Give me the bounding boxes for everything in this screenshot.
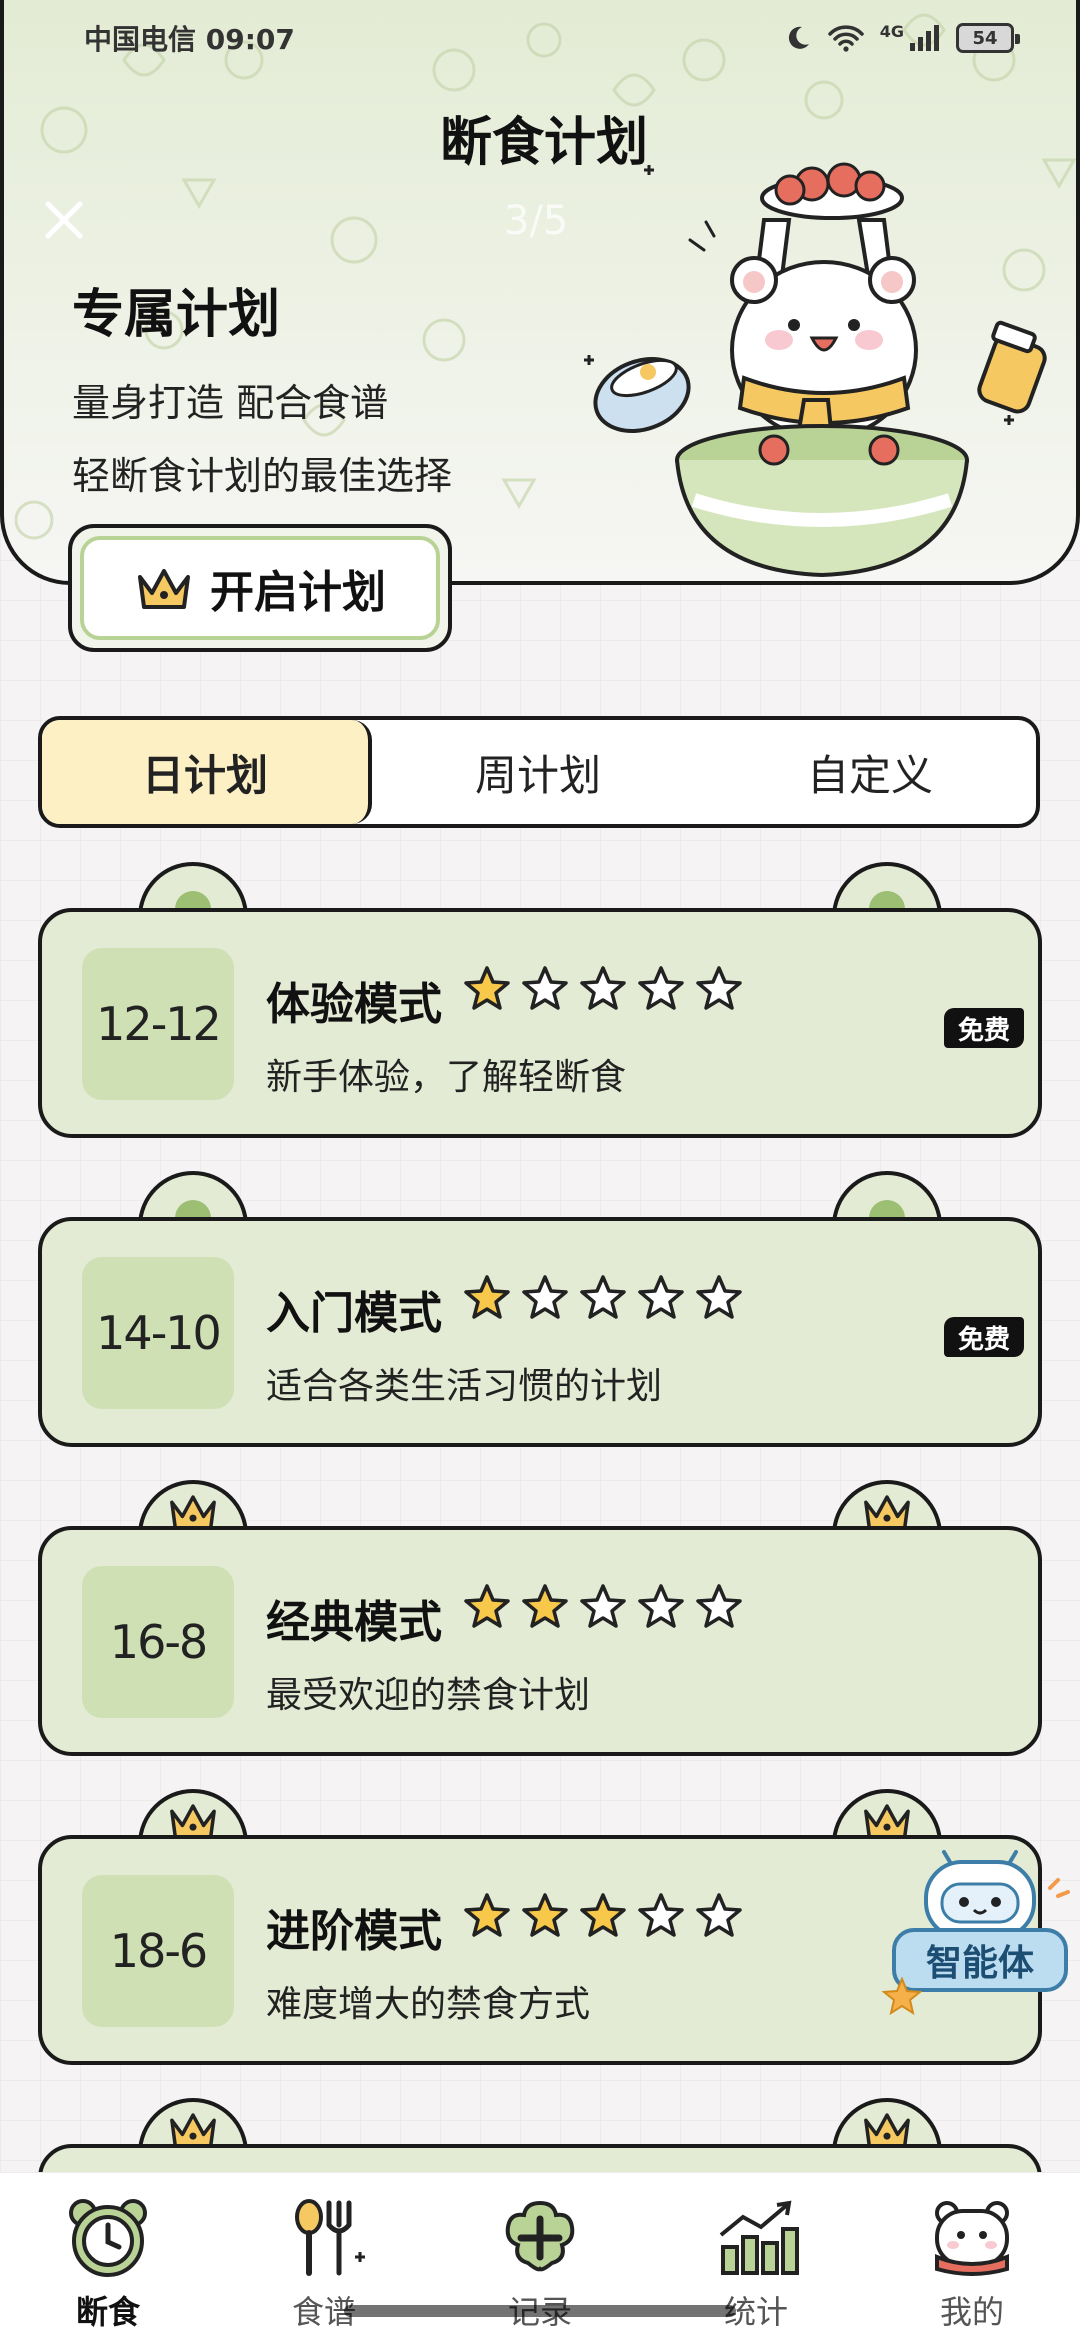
plan-name: 入门模式 [266, 1288, 442, 1339]
bear-mascot-illustration [584, 162, 1047, 578]
clock-icon [69, 2199, 147, 2277]
network-type: 4G [879, 21, 904, 41]
home-indicator[interactable] [344, 2305, 736, 2317]
difficulty-stars [462, 1582, 744, 1632]
tab-weekly-plan[interactable]: 周计划 [372, 720, 704, 824]
star-filled-icon [464, 1893, 510, 1937]
plan-card-12-12[interactable]: 12-12 体验模式 新手体验，了解轻断食 免费 [38, 862, 1042, 1148]
star-filled-icon [464, 1584, 510, 1628]
fasting-ratio-badge: 16-8 [82, 1566, 234, 1718]
star-empty-icon [696, 966, 742, 1010]
utensils-icon [295, 2199, 365, 2276]
plan-type-tabs: 日计划 周计划 自定义 [38, 716, 1040, 828]
star-empty-icon [580, 1275, 626, 1319]
tab-custom[interactable]: 自定义 [704, 720, 1036, 824]
star-empty-icon [696, 1584, 742, 1628]
crown-icon [138, 569, 190, 609]
difficulty-stars [462, 1891, 744, 1941]
tab-daily-plan[interactable]: 日计划 [42, 720, 372, 824]
start-plan-button[interactable]: 开启计划 [68, 524, 452, 652]
plan-card-body: 16-8 经典模式 最受欢迎的禁食计划 [38, 1526, 1042, 1756]
fasting-ratio-badge: 12-12 [82, 948, 234, 1100]
fasting-ratio-badge: 14-10 [82, 1257, 234, 1409]
plan-name: 经典模式 [266, 1597, 442, 1648]
plan-description: 适合各类生活习惯的计划 [266, 1366, 663, 1407]
close-icon [45, 201, 83, 239]
star-filled-icon [522, 1584, 568, 1628]
free-badge: 免费 [944, 1008, 1024, 1048]
battery-indicator: 54 [956, 23, 1020, 53]
nav-fasting-label: 断食 [75, 2293, 140, 2331]
free-badge: 免费 [944, 1317, 1024, 1357]
close-button[interactable] [32, 188, 96, 252]
plan-description: 新手体验，了解轻断食 [266, 1057, 627, 1098]
wifi-icon [827, 25, 864, 52]
header-banner: 中国电信 09:07 4G 54 断食计划 3/5 专属计划 量身打造 配合食谱… [0, 0, 1080, 585]
nav-profile-label: 我的 [939, 2293, 1004, 2331]
moon-icon [788, 26, 809, 49]
plan-card-body: 14-10 入门模式 适合各类生活习惯的计划 免费 [38, 1217, 1042, 1447]
nav-profile[interactable]: 我的 [864, 2173, 1080, 2341]
star-filled-icon [464, 966, 510, 1010]
carrier-time: 中国电信 09:07 [84, 23, 295, 56]
plan-description: 最受欢迎的禁食计划 [266, 1675, 591, 1716]
star-filled-icon [580, 1893, 626, 1937]
star-empty-icon [638, 1893, 684, 1937]
star-empty-icon [522, 966, 568, 1010]
add-record-icon [505, 2200, 575, 2272]
star-filled-icon [464, 1275, 510, 1319]
star-empty-icon [522, 1275, 568, 1319]
star-empty-icon [580, 966, 626, 1010]
plan-card-14-10[interactable]: 14-10 入门模式 适合各类生活习惯的计划 免费 [38, 1171, 1042, 1457]
star-empty-icon [638, 966, 684, 1010]
plan-card-body: 12-12 体验模式 新手体验，了解轻断食 免费 [38, 908, 1042, 1138]
fasting-ratio-badge: 18-6 [82, 1875, 234, 2027]
star-empty-icon [638, 1584, 684, 1628]
profile-icon [935, 2201, 1009, 2276]
star-sparkle-icon [882, 1976, 922, 2016]
promo-subtitle-2: 轻断食计划的最佳选择 [72, 454, 453, 498]
difficulty-stars [462, 964, 744, 1014]
signal-icon [910, 25, 939, 51]
plan-name: 体验模式 [266, 979, 442, 1030]
plan-name: 进阶模式 [266, 1906, 442, 1957]
promo-title: 专属计划 [72, 285, 281, 345]
stats-icon [719, 2200, 799, 2275]
star-empty-icon [696, 1275, 742, 1319]
battery-level: 54 [972, 27, 998, 49]
star-empty-icon [580, 1584, 626, 1628]
star-filled-icon [522, 1893, 568, 1937]
status-icons: 4G 54 [784, 21, 1020, 53]
plan-description: 难度增大的禁食方式 [266, 1984, 591, 2025]
start-plan-button-inner: 开启计划 [80, 536, 440, 640]
nav-fasting[interactable]: 断食 [0, 2173, 216, 2341]
ai-agent-button[interactable]: 智能体 [880, 1848, 1080, 2018]
promo-subtitle-1: 量身打造 配合食谱 [72, 381, 389, 425]
start-plan-label: 开启计划 [210, 567, 386, 618]
status-bar: 中国电信 09:07 4G 54 [4, 0, 1076, 76]
star-empty-icon [696, 1893, 742, 1937]
star-empty-icon [638, 1275, 684, 1319]
plan-card-16-8[interactable]: 16-8 经典模式 最受欢迎的禁食计划 [38, 1480, 1042, 1766]
difficulty-stars [462, 1273, 744, 1323]
